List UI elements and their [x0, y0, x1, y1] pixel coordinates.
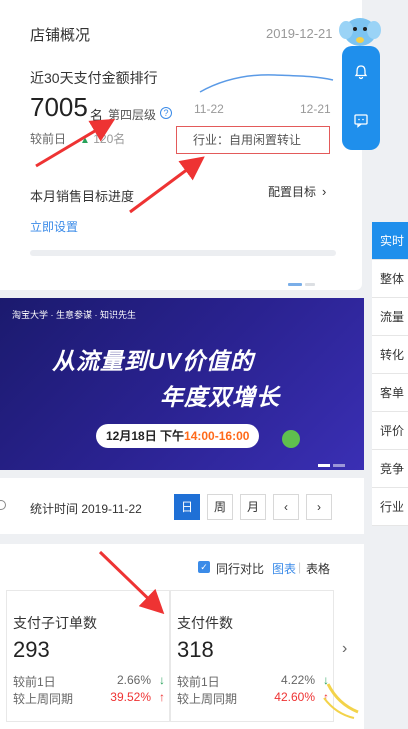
side-tab-competition[interactable]: 竞争: [372, 450, 408, 488]
side-tab-reviews[interactable]: 评价: [372, 412, 408, 450]
help-icon[interactable]: ?: [160, 107, 172, 119]
arrow-up-icon: ↑: [159, 690, 165, 704]
metric-row-pct: 42.60%: [274, 690, 315, 704]
sparkline-end-date: 12-21: [300, 102, 331, 116]
store-title: 店铺概况: [30, 27, 91, 44]
period-week-button[interactable]: 周: [207, 494, 233, 520]
metric-row-pct: 39.52%: [110, 690, 151, 704]
metric-card-sub-orders[interactable]: 支付子订单数 293 较前1日 2.66% ↓ 较上周同期 39.52% ↑: [6, 590, 170, 722]
chevron-right-icon[interactable]: ›: [342, 640, 347, 658]
side-tab-traffic[interactable]: 流量: [372, 298, 408, 336]
side-tab-realtime[interactable]: 实时: [372, 222, 408, 260]
banner-decoration: [282, 430, 300, 448]
message-icon[interactable]: [351, 112, 371, 132]
peer-compare-label: 同行对比: [216, 562, 265, 576]
rank-label: 近30天支付金额排行: [30, 70, 158, 86]
compare-label: 较前日: [30, 132, 67, 146]
next-period-button[interactable]: ›: [306, 494, 332, 520]
compare-value-text: 120名: [93, 132, 126, 146]
sales-target-label: 本月销售目标进度: [30, 189, 135, 204]
metric-title: 支付件数: [177, 615, 233, 631]
pager-dot[interactable]: [305, 283, 315, 286]
banner-pager: [318, 454, 348, 470]
metric-value: 318: [177, 637, 214, 662]
banner-time-pill: 12月18日 下午14:00-16:00: [96, 424, 260, 448]
banner-headline-1: 从流量到UV价值的: [52, 348, 254, 374]
bell-icon[interactable]: [351, 64, 371, 84]
peer-compare-checkbox[interactable]: ✓: [198, 561, 210, 573]
config-target-link[interactable]: 配置目标 ›: [268, 183, 326, 200]
sparkline-path: [199, 74, 334, 93]
banner-logos: 淘宝大学 · 生意参谋 · 知识先生: [12, 310, 136, 320]
stat-time-label: 统计时间 2019-11-22: [30, 502, 142, 516]
view-table-toggle[interactable]: 表格: [306, 560, 330, 577]
up-arrow-icon: ▲: [80, 135, 90, 146]
view-separator: |: [298, 560, 302, 574]
stat-time-bar: 统计时间 2019-11-22 日 周 月 ‹ ›: [0, 478, 364, 534]
banner-headline-2: 年度双增长: [160, 384, 280, 410]
rank-value: 7005: [30, 92, 88, 122]
config-target-label: 配置目标: [268, 185, 317, 199]
chevron-right-icon: ›: [322, 184, 327, 199]
period-day-button[interactable]: 日: [174, 494, 200, 520]
sales-target-progress: [30, 250, 336, 256]
arrow-down-icon: ↓: [159, 673, 165, 687]
floating-action-panel: [342, 46, 380, 150]
industry-label: 行业：自用闲置转让: [176, 126, 330, 154]
pager-dot[interactable]: [288, 283, 302, 286]
prev-period-button[interactable]: ‹: [273, 494, 299, 520]
banner-pager-dot[interactable]: [333, 464, 345, 467]
clock-icon: [0, 500, 6, 510]
stats-section: ✓ 同行对比 图表 | 表格 支付子订单数 293 较前1日 2.66% ↓ 较…: [0, 544, 364, 729]
compare-value: ▲ 120名: [80, 130, 125, 147]
banner-time-range: 14:00-16:00: [184, 429, 250, 443]
sparkle-decoration: [323, 683, 359, 719]
side-tab-industry[interactable]: 行业: [372, 488, 408, 526]
rank-unit: 名: [90, 108, 104, 123]
side-tab-overall[interactable]: 整体: [372, 260, 408, 298]
metric-row-label: 较前1日: [177, 675, 220, 689]
metric-row-pct: 4.22%: [280, 673, 315, 687]
setup-now-link[interactable]: 立即设置: [30, 218, 78, 235]
rank-tier: 第四层级: [108, 108, 157, 122]
view-chart-toggle[interactable]: 图表: [272, 560, 296, 577]
promo-banner[interactable]: 淘宝大学 · 生意参谋 · 知识先生 从流量到UV价值的 年度双增长 12月18…: [0, 298, 364, 470]
sparkline-start-date: 11-22: [194, 102, 224, 116]
metric-row-label: 较上周同期: [177, 692, 238, 706]
store-overview-card: 店铺概况 2019-12-21 近30天支付金额排行 7005 名 第四层级 ?…: [0, 0, 362, 290]
metric-row-label: 较前1日: [13, 675, 56, 689]
metric-value: 293: [13, 637, 50, 662]
metric-row-label: 较上周同期: [13, 692, 74, 706]
metric-row-pct: 2.66%: [116, 673, 151, 687]
metric-card-items-paid[interactable]: 支付件数 318 较前1日 4.22% ↓ 较上周同期 42.60% ↑: [170, 590, 334, 722]
banner-time-prefix: 12月18日 下午: [106, 429, 185, 443]
metric-title: 支付子订单数: [13, 615, 97, 631]
banner-pager-dot[interactable]: [318, 464, 330, 467]
period-month-button[interactable]: 月: [240, 494, 266, 520]
store-date: 2019-12-21: [266, 26, 333, 41]
card-pager: [288, 273, 318, 291]
rank-sparkline: [199, 74, 334, 93]
side-tab-avg-order[interactable]: 客单: [372, 374, 408, 412]
side-tab-nav: 实时 整体 流量 转化 客单 评价 竞争 行业: [372, 222, 408, 526]
side-tab-conversion[interactable]: 转化: [372, 336, 408, 374]
